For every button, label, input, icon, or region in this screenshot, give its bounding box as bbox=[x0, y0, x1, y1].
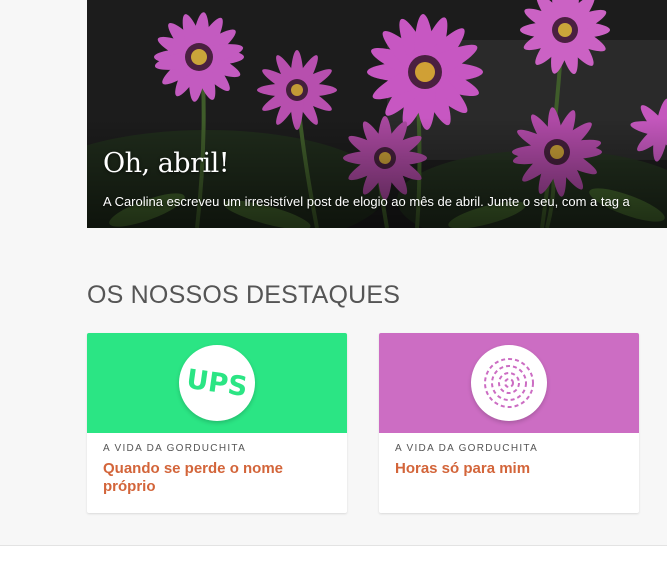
card-category[interactable]: A VIDA DA GORDUCHITA bbox=[103, 443, 246, 454]
page: Oh, abril! A Carolina escreveu um irresi… bbox=[0, 0, 667, 563]
featured-card[interactable]: A VIDA DA GORDUCHITA Horas só para mim bbox=[379, 333, 639, 513]
featured-card[interactable]: UPS A VIDA DA GORDUCHITA Quando se perde… bbox=[87, 333, 347, 513]
svg-text:UPS: UPS bbox=[184, 364, 249, 403]
footer-area bbox=[0, 546, 667, 563]
card-image: UPS bbox=[87, 333, 347, 433]
card-category[interactable]: A VIDA DA GORDUCHITA bbox=[395, 443, 538, 454]
ups-badge-icon: UPS bbox=[179, 345, 255, 421]
card-title[interactable]: Horas só para mim bbox=[395, 460, 623, 478]
card-title[interactable]: Quando se perde o nome próprio bbox=[103, 460, 331, 496]
hero-excerpt: A Carolina escreveu um irresistível post… bbox=[103, 194, 630, 209]
hero-post[interactable]: Oh, abril! A Carolina escreveu um irresi… bbox=[87, 0, 667, 228]
card-image bbox=[379, 333, 639, 433]
hero-title[interactable]: Oh, abril! bbox=[103, 148, 230, 179]
spiral-icon bbox=[471, 345, 547, 421]
section-title: OS NOSSOS DESTAQUES bbox=[87, 281, 401, 309]
